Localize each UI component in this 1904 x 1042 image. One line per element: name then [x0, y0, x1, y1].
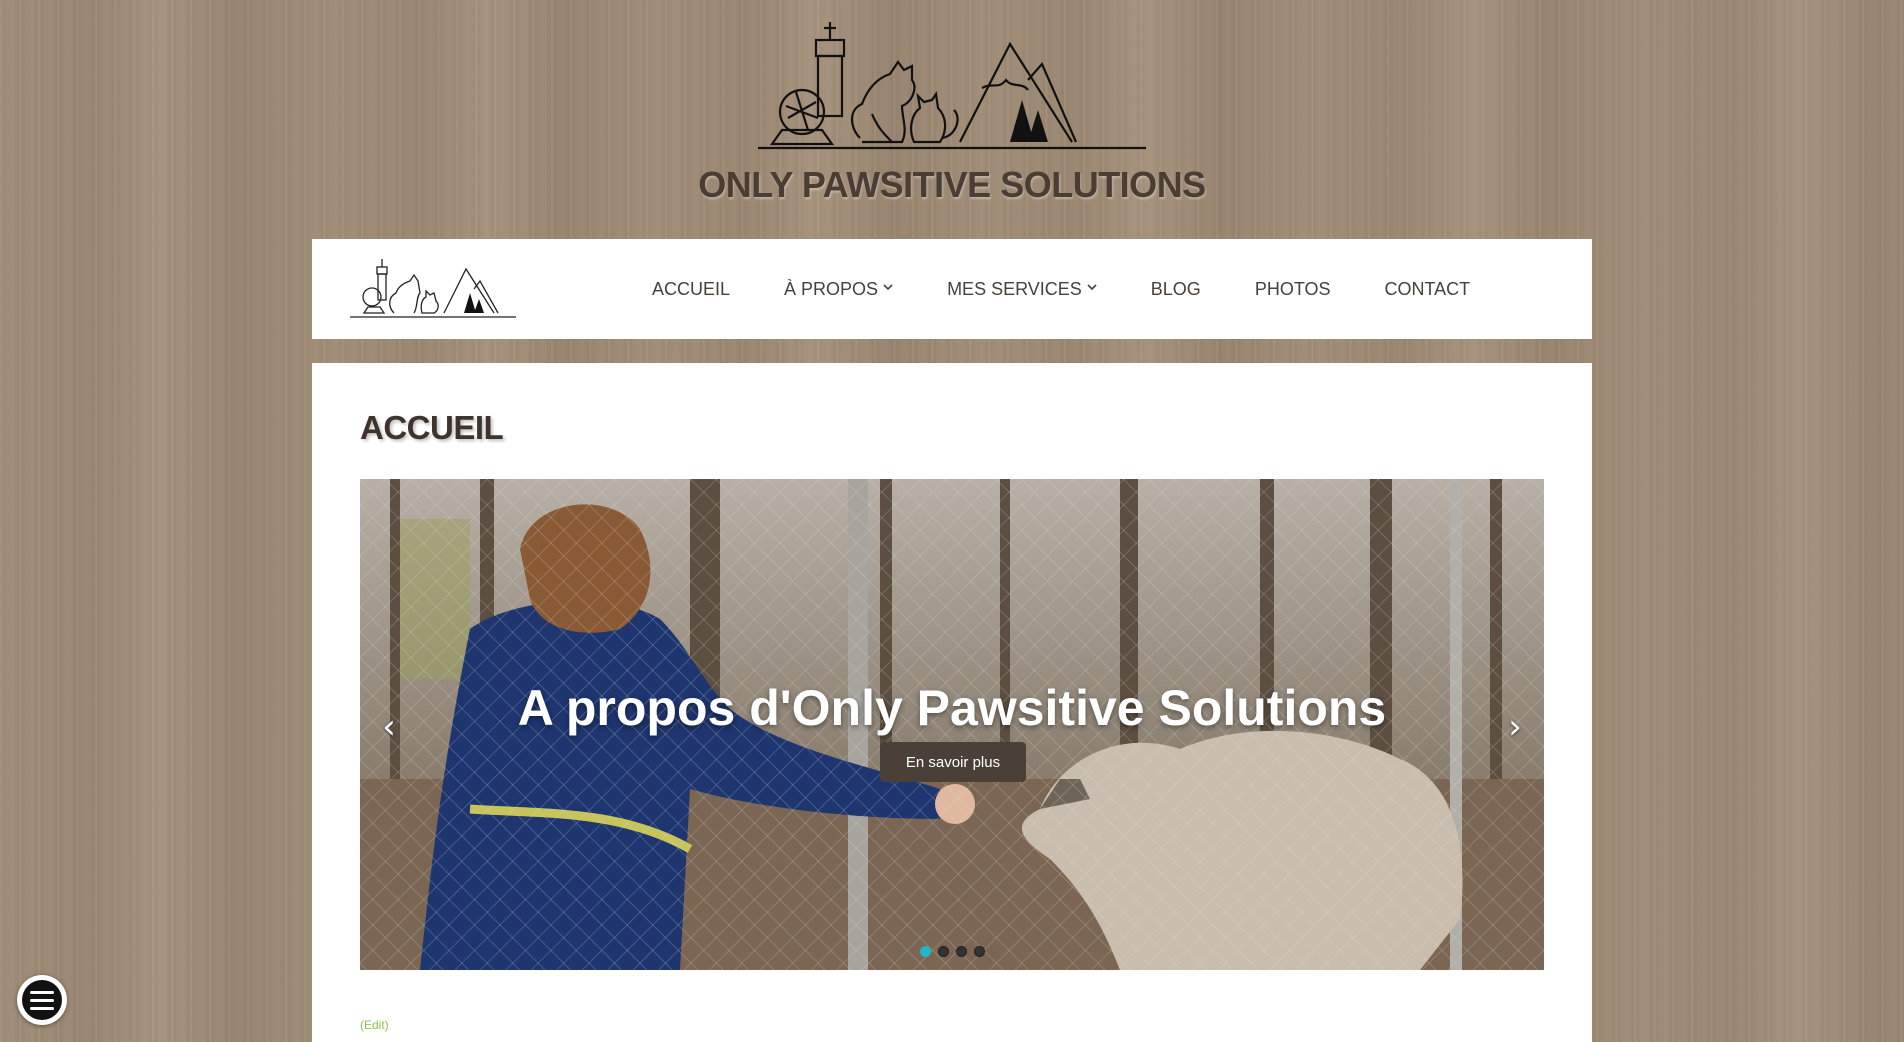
- slider-dot-4[interactable]: [973, 946, 985, 957]
- site-header: ONLY PAWSITIVE SOLUTIONS: [0, 0, 1904, 238]
- slider-dot-3[interactable]: [955, 946, 967, 957]
- hamburger-menu-icon: [22, 980, 62, 1020]
- nav-item-label: CONTACT: [1384, 278, 1471, 299]
- site-title[interactable]: ONLY PAWSITIVE SOLUTIONS: [0, 164, 1904, 206]
- slide-caption: A propos d'Only Pawsitive Solutions: [517, 680, 1387, 736]
- site-logo[interactable]: [752, 18, 1152, 163]
- floating-menu-button[interactable]: [17, 975, 67, 1025]
- page-title: ACCUEIL: [360, 409, 504, 446]
- chevron-down-icon: [883, 282, 893, 294]
- chevron-left-icon[interactable]: ‹: [374, 707, 404, 747]
- nav-item-label: À PROPOS: [784, 278, 879, 299]
- nav-item-label: ACCUEIL: [652, 278, 731, 299]
- nav-item-label: MES SERVICES: [947, 278, 1082, 299]
- image-slider[interactable]: A propos d'Only Pawsitive Solutions En s…: [360, 479, 1544, 970]
- main-content: ACCUEIL A propos d'Only Pawsitive Soluti…: [312, 363, 1592, 1042]
- nav-item-photos[interactable]: PHOTOS: [1255, 279, 1331, 300]
- chevron-down-icon: [1087, 282, 1097, 294]
- edit-link[interactable]: (Edit): [360, 1018, 389, 1032]
- nav-item-label: BLOG: [1150, 278, 1201, 299]
- nav-item-mes-services[interactable]: MES SERVICES: [947, 279, 1097, 300]
- slider-dot-2[interactable]: [937, 946, 949, 957]
- slider-dots: [360, 946, 1544, 957]
- chevron-right-icon[interactable]: ›: [1500, 707, 1530, 747]
- nav-item-label: PHOTOS: [1254, 278, 1331, 299]
- slider-dot-1[interactable]: [919, 946, 931, 957]
- nav-item-accueil[interactable]: ACCUEIL: [652, 279, 730, 300]
- main-navbar: ACCUEIL À PROPOS MES SERVICES BLOG PHOTO…: [312, 239, 1592, 339]
- nav-item-a-propos[interactable]: À PROPOS: [784, 279, 893, 300]
- learn-more-button[interactable]: En savoir plus: [880, 742, 1026, 782]
- nav-logo[interactable]: [348, 257, 518, 321]
- nav-item-contact[interactable]: CONTACT: [1385, 279, 1471, 300]
- nav-item-blog[interactable]: BLOG: [1151, 279, 1201, 300]
- nav-menu: ACCUEIL À PROPOS MES SERVICES BLOG PHOTO…: [652, 239, 1524, 339]
